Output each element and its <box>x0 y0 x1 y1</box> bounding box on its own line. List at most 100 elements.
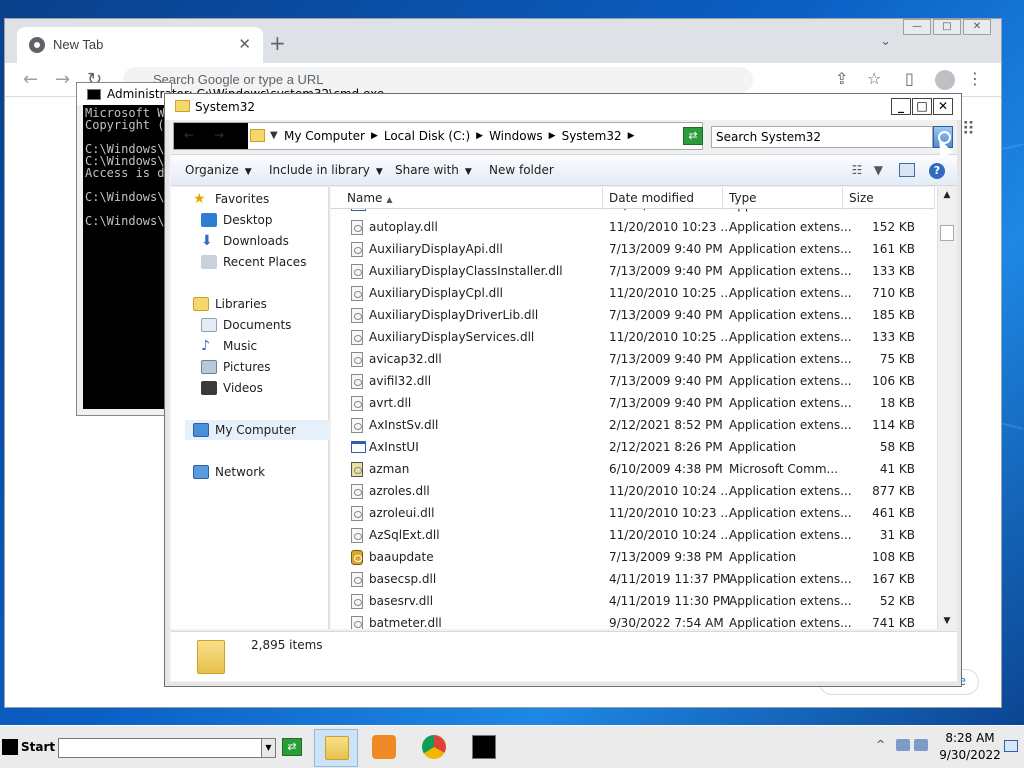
bookmark-star-icon[interactable]: ☆ <box>867 69 881 88</box>
file-list[interactable]: Name▲ Date modified Type Size autofmt 11/… <box>331 187 953 629</box>
table-row[interactable]: AuxiliaryDisplayCpl.dll 11/20/2010 10:25 … <box>331 282 935 304</box>
taskbar-media-player[interactable] <box>362 729 406 767</box>
back-forward-buttons[interactable]: ← → <box>174 123 248 149</box>
nav-item-pictures[interactable]: Pictures <box>201 357 271 377</box>
share-icon[interactable]: ⇪ <box>835 69 848 88</box>
table-row[interactable]: basesrv.dll 4/11/2019 11:30 PM Application… <box>331 590 935 612</box>
share-with-button[interactable]: Share with ▼ <box>395 163 472 177</box>
clock[interactable]: 8:28 AM 9/30/2022 <box>930 730 1010 764</box>
scroll-up-arrow-icon[interactable]: ▲ <box>939 187 955 203</box>
show-hidden-icons-chevron-icon[interactable]: ^ <box>876 738 885 751</box>
new-folder-button[interactable]: New folder <box>489 163 554 177</box>
close-button[interactable]: ✕ <box>933 98 953 115</box>
nav-item-desktop[interactable]: Desktop <box>201 210 273 230</box>
table-row[interactable]: autofmt 11/20/2010 10:24 ...Application 46… <box>331 209 935 216</box>
explorer-titlebar[interactable]: System32 _ □ ✕ <box>165 94 961 120</box>
nav-item-favorites[interactable]: ★ Favorites <box>193 189 269 209</box>
table-row[interactable]: AuxiliaryDisplayApi.dll 7/13/2009 9:40 PM… <box>331 238 935 260</box>
new-tab-button[interactable]: + <box>269 31 286 55</box>
preview-pane-icon[interactable] <box>899 163 915 177</box>
address-bar[interactable]: ← → ▼ My Computer ▶ Local Disk (C:) ▶ Wind… <box>173 122 703 150</box>
breadcrumb-separator-icon[interactable]: ▶ <box>476 129 483 144</box>
column-header-size[interactable]: Size <box>843 187 935 209</box>
nav-item-libraries[interactable]: Libraries <box>193 294 267 314</box>
table-row[interactable]: azroleui.dll 11/20/2010 10:23 ... Applicat… <box>331 502 935 524</box>
include-in-library-button[interactable]: Include in library ▼ <box>269 163 383 177</box>
change-view-icon[interactable]: ☷ ▼ <box>852 163 883 177</box>
nav-item-my-computer[interactable]: My Computer <box>185 420 329 440</box>
tab-close-icon[interactable]: ✕ <box>238 35 251 53</box>
column-header-name[interactable]: Name ▲ <box>331 187 603 209</box>
cmd-console-output[interactable]: Microsoft Windows Copyright (c) C:\Windo… <box>83 105 167 409</box>
table-row[interactable]: avrt.dll 7/13/2009 9:40 PM Application ext… <box>331 392 935 414</box>
column-header-type[interactable]: Type <box>723 187 843 209</box>
table-row[interactable]: AuxiliaryDisplayClassInstaller.dll 7/13/2… <box>331 260 935 282</box>
start-button[interactable]: Start <box>2 735 55 759</box>
minimize-button[interactable]: _ <box>891 98 911 115</box>
search-box[interactable] <box>711 126 933 148</box>
table-row[interactable]: basecsp.dll 4/11/2019 11:37 PM Application… <box>331 568 935 590</box>
nav-item-downloads[interactable]: ⬇ Downloads <box>201 231 289 251</box>
chevron-down-icon[interactable]: ▼ <box>261 739 275 757</box>
action-center-icon[interactable] <box>1004 740 1018 752</box>
table-row[interactable]: baaupdate 7/13/2009 9:38 PM Application 108… <box>331 546 935 568</box>
table-row[interactable]: autoplay.dll 11/20/2010 10:23 ... Applicat… <box>331 216 935 238</box>
cmd-window[interactable]: Administrator: C:\Windows\system32\cmd.e… <box>76 82 384 416</box>
forward-arrow-icon[interactable]: → <box>214 128 224 142</box>
column-header-date-modified[interactable]: Date modified <box>603 187 723 209</box>
breadcrumb-separator-icon[interactable]: ▶ <box>549 129 556 144</box>
taskbar-address-input[interactable] <box>61 740 257 756</box>
nav-item-documents[interactable]: Documents <box>201 315 291 335</box>
taskbar-file-explorer[interactable] <box>314 729 358 767</box>
chevron-down-icon[interactable]: ▼ <box>270 130 278 141</box>
taskbar-cmd[interactable] <box>462 729 506 767</box>
back-arrow-icon[interactable]: ← <box>184 128 194 142</box>
forward-arrow-icon[interactable]: → <box>55 69 70 90</box>
nav-item-network[interactable]: Network <box>193 462 265 482</box>
breadcrumb-item[interactable]: My Computer <box>284 129 365 144</box>
taskbar-chrome[interactable] <box>412 729 456 767</box>
organize-button[interactable]: Organize ▼ <box>185 163 252 177</box>
table-row[interactable]: AuxiliaryDisplayDriverLib.dll 7/13/2009 9… <box>331 304 935 326</box>
table-row[interactable]: AuxiliaryDisplayServices.dll 11/20/2010 1… <box>331 326 935 348</box>
menu-kebab-icon[interactable]: ⋮ <box>967 69 983 88</box>
table-row[interactable]: avicap32.dll 7/13/2009 9:40 PM Application… <box>331 348 935 370</box>
minimize-button[interactable]: — <box>903 19 931 35</box>
back-arrow-icon[interactable]: ← <box>23 69 38 90</box>
table-row[interactable]: azroles.dll 11/20/2010 10:24 ... Applicati… <box>331 480 935 502</box>
cmd-titlebar[interactable]: Administrator: C:\Windows\system32\cmd.e… <box>77 83 384 105</box>
taskbar-go-button[interactable]: ⇄ <box>282 738 302 756</box>
taskbar-address-toolbar[interactable]: ▼ <box>58 738 276 758</box>
table-row[interactable]: batmeter.dll 9/30/2022 7:54 AM Application… <box>331 612 935 629</box>
maximize-button[interactable]: □ <box>912 98 932 115</box>
breadcrumb-item[interactable]: Local Disk (C:) <box>384 129 470 144</box>
nav-item-videos[interactable]: Videos <box>201 378 263 398</box>
tray-icon[interactable] <box>896 739 910 751</box>
refresh-button[interactable]: ⇄ <box>683 127 703 145</box>
profile-avatar-icon[interactable] <box>935 70 955 90</box>
breadcrumb-item[interactable]: System32 <box>562 129 622 144</box>
speaker-icon[interactable] <box>914 739 928 751</box>
table-row[interactable]: avifil32.dll 7/13/2009 9:40 PM Application… <box>331 370 935 392</box>
table-row[interactable]: AxInstSv.dll 2/12/2021 8:52 PM Application… <box>331 414 935 436</box>
table-row[interactable]: azman 6/10/2009 4:38 PM Microsoft Comm... 4… <box>331 458 935 480</box>
table-row[interactable]: AzSqlExt.dll 11/20/2010 10:24 ... Applicat… <box>331 524 935 546</box>
apps-grid-icon[interactable]: ⠿ <box>962 119 975 140</box>
side-panel-icon[interactable]: ▯ <box>905 69 914 88</box>
maximize-button[interactable]: □ <box>933 19 961 35</box>
nav-item-recent-places[interactable]: Recent Places <box>201 252 306 272</box>
close-button[interactable]: ✕ <box>963 19 991 35</box>
nav-item-music[interactable]: ♪ Music <box>201 336 257 356</box>
vertical-scrollbar[interactable]: ▲ ▼ <box>937 187 955 629</box>
search-input[interactable] <box>716 129 906 145</box>
chrome-tab-new-tab[interactable]: New Tab ✕ <box>17 27 263 63</box>
breadcrumb-separator-icon[interactable]: ▶ <box>371 129 378 144</box>
breadcrumb-separator-icon[interactable]: ▶ <box>628 129 635 144</box>
help-icon[interactable]: ? <box>929 163 945 179</box>
scroll-down-arrow-icon[interactable]: ▼ <box>939 613 955 629</box>
scroll-thumb[interactable] <box>940 225 954 241</box>
breadcrumb-item[interactable]: Windows <box>489 129 543 144</box>
explorer-window[interactable]: System32 _ □ ✕ ← → ▼ My Computer ▶ Local … <box>164 93 962 687</box>
table-row[interactable]: AxInstUI 2/12/2021 8:26 PM Application 58 K… <box>331 436 935 458</box>
tab-search-chevron-icon[interactable]: ⌄ <box>880 34 891 49</box>
